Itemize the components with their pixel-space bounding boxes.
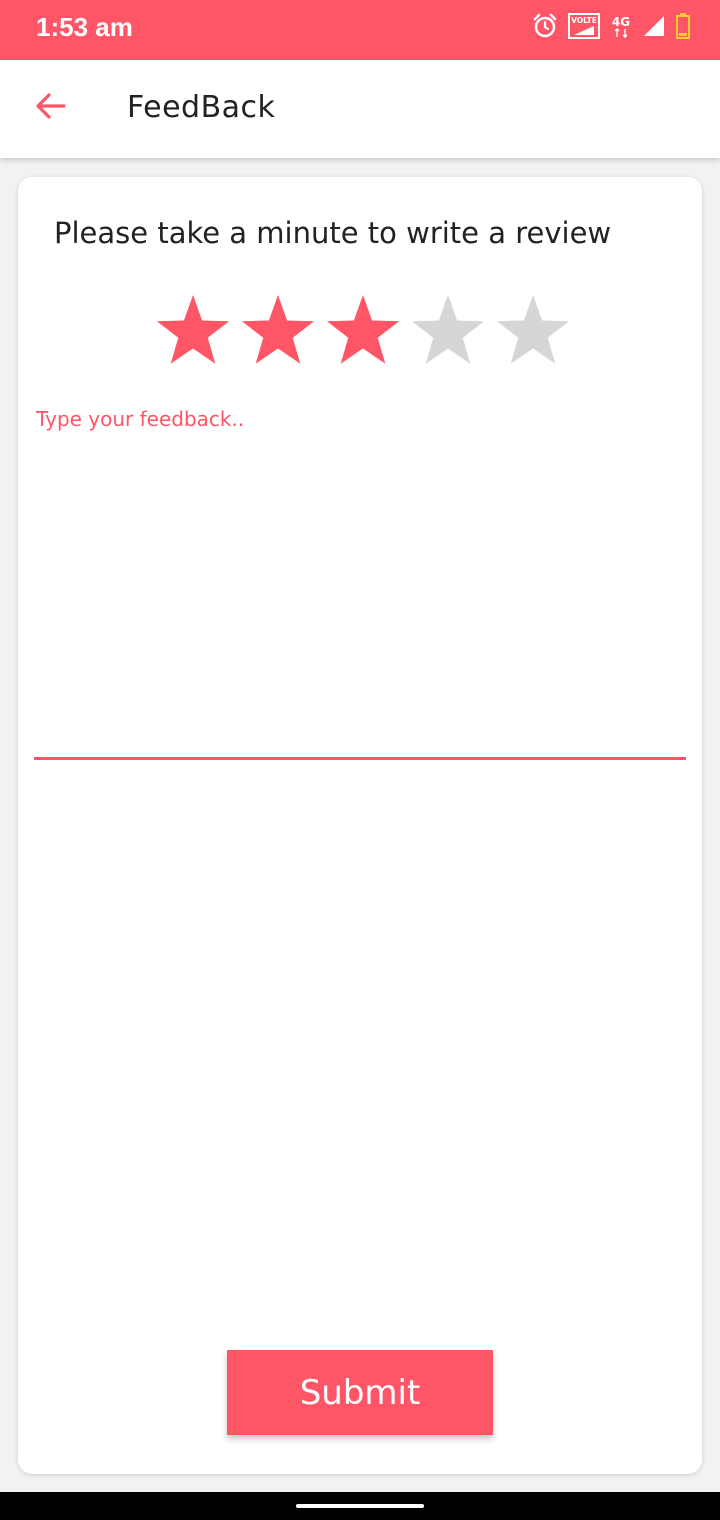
volte-icon: VOLTE (568, 13, 600, 39)
star-empty-icon[interactable] (490, 293, 575, 369)
back-button[interactable] (22, 80, 78, 136)
star-rating[interactable] (150, 293, 575, 369)
home-indicator[interactable] (296, 1504, 424, 1508)
battery-icon (676, 13, 690, 39)
page-title: FeedBack (127, 90, 276, 125)
review-prompt: Please take a minute to write a review (54, 216, 612, 250)
star-filled-icon[interactable] (235, 293, 320, 369)
star-empty-icon[interactable] (405, 293, 490, 369)
submit-button[interactable]: Submit (227, 1350, 493, 1435)
svg-text:VOLTE: VOLTE (571, 16, 597, 25)
status-icons: VOLTE 4G (532, 12, 690, 40)
status-bar: 1:53 am VOLTE 4G (0, 0, 720, 60)
feedback-card: Please take a minute to write a review T… (18, 177, 702, 1474)
svg-text:4G: 4G (612, 15, 630, 29)
star-filled-icon[interactable] (320, 293, 405, 369)
arrow-left-icon (34, 92, 66, 124)
signal-icon (642, 14, 666, 38)
app-bar: FeedBack (0, 60, 720, 158)
alarm-icon (532, 13, 558, 39)
feedback-placeholder: Type your feedback.. (36, 407, 245, 431)
feedback-input[interactable]: Type your feedback.. (34, 399, 686, 760)
status-time: 1:53 am (36, 12, 133, 42)
star-filled-icon[interactable] (150, 293, 235, 369)
navigation-bar (0, 1492, 720, 1520)
4g-icon: 4G (610, 13, 632, 39)
